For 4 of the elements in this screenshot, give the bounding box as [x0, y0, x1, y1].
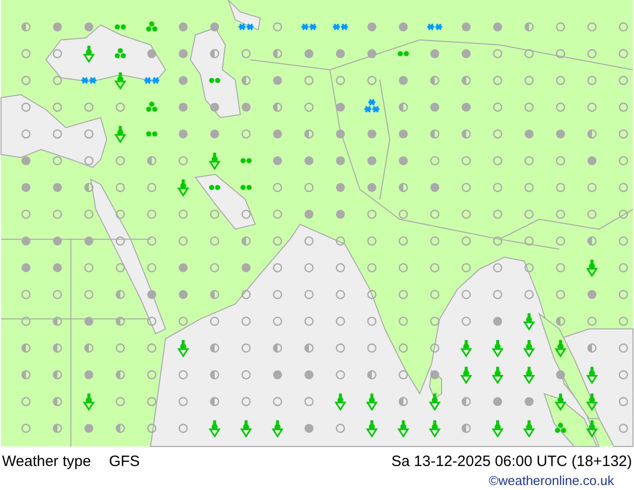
valid-time: Sa 13-12-2025 06:00 UTC (18+132)	[391, 452, 632, 472]
chart-title: Weather type	[2, 452, 91, 472]
model-name: GFS	[108, 452, 140, 472]
credit-link[interactable]: ©weatheronline.co.uk	[488, 470, 614, 490]
